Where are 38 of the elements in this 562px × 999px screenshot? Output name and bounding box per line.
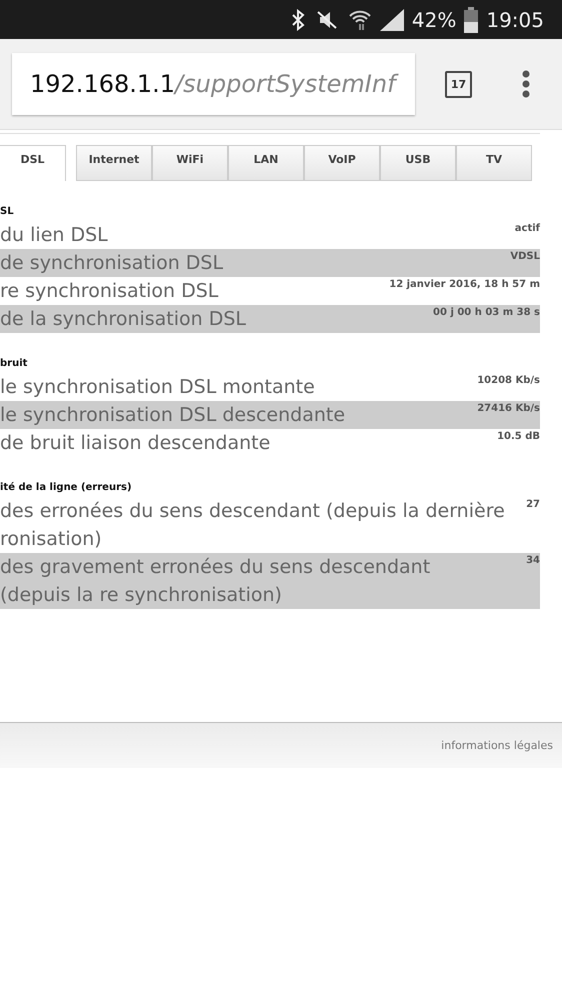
row-value: 27416 Kb/s	[477, 402, 540, 414]
row-value: 10208 Kb/s	[477, 374, 540, 386]
section-heading: ité de la ligne (erreurs)	[0, 482, 133, 493]
section-heading: SL	[0, 206, 15, 217]
row-label: des gravement erronées du sens descendant (depuis la re synchronisation)	[0, 555, 432, 608]
address-field[interactable]: 192.168.1.1/supportSystemInf	[12, 53, 415, 115]
row-label: du lien DSL	[0, 223, 109, 248]
tab[interactable]: Internet	[76, 145, 152, 181]
wifi-icon	[348, 8, 372, 30]
row-value: 12 janvier 2016, 18 h 57 m	[389, 278, 540, 290]
clock: 19:05	[486, 8, 544, 32]
tab[interactable]: VoIP	[304, 145, 380, 181]
tab-count-button[interactable]: 17	[445, 70, 472, 98]
row-label: re synchronisation DSL	[0, 279, 220, 304]
row-label: de la synchronisation DSL	[0, 307, 248, 332]
battery-percent: 42%	[412, 8, 456, 32]
row-value: 10.5 dB	[497, 430, 540, 442]
row-value: actif	[514, 222, 540, 234]
tab[interactable]: TV	[456, 145, 532, 181]
row-value: 00 j 00 h 03 m 38 s	[433, 306, 540, 318]
row-value: 27	[526, 498, 540, 510]
legal-link[interactable]: informations légales	[441, 739, 553, 752]
battery-icon	[464, 6, 478, 32]
menu-icon[interactable]	[522, 70, 530, 98]
tab[interactable]: DSL	[0, 145, 66, 181]
section-heading: bruit	[0, 358, 28, 369]
tab[interactable]: USB	[380, 145, 456, 181]
row-label: le synchronisation DSL montante	[0, 375, 316, 400]
tab[interactable]: WiFi	[152, 145, 228, 181]
bluetooth-icon	[290, 8, 306, 30]
row-label: le synchronisation DSL descendante	[0, 403, 346, 428]
row-label: de synchronisation DSL	[0, 251, 224, 276]
tab[interactable]: LAN	[228, 145, 304, 181]
row-value: VDSL	[510, 250, 540, 262]
row-label: de bruit liaison descendante	[0, 431, 272, 456]
signal-icon	[380, 8, 404, 30]
row-value: 34	[526, 554, 540, 566]
row-label: des erronées du sens descendant (depuis la dernière ronisation)	[0, 499, 506, 552]
